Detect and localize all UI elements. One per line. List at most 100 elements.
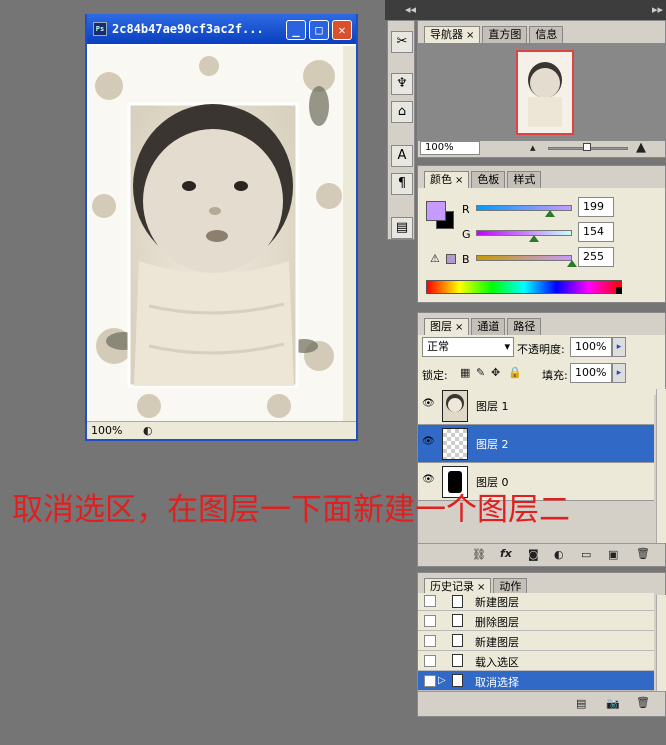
layer-style-icon[interactable]: fx [500,547,512,560]
paragraph-panel-icon[interactable]: ¶ [391,173,413,195]
g-slider[interactable] [476,230,572,236]
history-footer: ▤ 📷 🗑 [418,691,665,716]
lock-transparent-icon[interactable]: ▦ [460,366,470,379]
layer-name: 图层 0 [476,476,509,489]
layers-scrollbar[interactable] [656,389,666,543]
close-button[interactable]: ✕ [332,20,352,40]
lock-all-icon[interactable]: 🔒 [508,366,522,379]
zoom-in-icon[interactable]: ▲ [636,140,646,155]
history-item-label: 载入选区 [475,656,519,669]
b-slider-thumb[interactable] [567,260,577,267]
r-slider-thumb[interactable] [545,210,555,217]
new-group-icon[interactable]: ▭ [581,548,591,561]
history-item-label: 新建图层 [475,636,519,649]
navigator-zoom-field[interactable]: 100% [420,141,480,155]
delete-layer-icon[interactable]: 🗑 [636,547,650,560]
layer-row-1[interactable]: 👁 图层 1 [418,387,654,425]
tab-paths[interactable]: 路径 [507,318,542,335]
color-panel: 颜色 × 色板 样式 R 199 G 154 ⚠ B 255 [417,165,666,303]
history-item[interactable]: 载入选区 [418,651,654,671]
link-layers-icon[interactable]: ⛓ [472,548,486,561]
history-item-label: 新建图层 [475,596,519,609]
history-checkbox[interactable] [424,635,436,647]
minimize-button[interactable]: _ [286,20,306,40]
opacity-field[interactable]: 100% [570,337,612,357]
document-title-bar[interactable]: Ps 2c84b47ae90cf3ac2f... _ □ ✕ [87,14,356,44]
tab-channels[interactable]: 通道 [471,318,506,335]
tab-swatches[interactable]: 色板 [471,171,506,188]
layers-tabs: 图层 × 通道 路径 [424,318,543,335]
history-item-label: 取消选择 [475,676,519,689]
panel-dock-top-bar: ◂◂ ▸▸ [385,0,666,20]
color-spectrum-bar[interactable] [426,280,622,294]
fill-arrow-icon[interactable]: ▸ [612,363,626,383]
history-checkbox[interactable] [424,655,436,667]
history-item-selected[interactable]: ▷ 取消选择 [418,671,654,691]
tab-navigator[interactable]: 导航器 × [424,26,481,43]
history-item[interactable]: 新建图层 [418,593,654,611]
tool-strip: ✂ ♆ ⌂ A ¶ ▤ [387,20,415,240]
stamp-tool-icon[interactable]: ♆ [391,73,413,95]
tab-layers[interactable]: 图层 × [424,318,470,335]
color-tabs: 颜色 × 色板 样式 [424,171,543,188]
image-canvas[interactable] [89,46,343,421]
navigator-thumbnail [518,52,572,133]
layer-row-2[interactable]: 👁 图层 2 [418,425,654,463]
spectrum-black-chip[interactable] [616,287,622,294]
r-value-field[interactable]: 199 [578,197,614,217]
new-layer-icon[interactable]: ▣ [608,548,618,561]
history-item[interactable]: 删除图层 [418,611,654,631]
layer-mask-icon[interactable]: ◙ [528,548,539,561]
document-window: Ps 2c84b47ae90cf3ac2f... _ □ ✕ 100% ◐ [85,14,358,441]
history-state-icon [452,654,463,667]
lock-position-icon[interactable]: ✥ [491,366,500,379]
eye-icon[interactable]: 👁 [422,399,436,409]
tab-color[interactable]: 颜色 × [424,171,470,188]
tab-info[interactable]: 信息 [529,26,564,43]
history-checkbox[interactable] [424,615,436,627]
opacity-arrow-icon[interactable]: ▸ [612,337,626,357]
fill-field[interactable]: 100% [570,363,612,383]
delete-state-icon[interactable]: 🗑 [636,696,650,709]
lock-label: 锁定: [422,369,448,382]
tab-histogram[interactable]: 直方图 [482,26,528,43]
b-value-field[interactable]: 255 [578,247,614,267]
eye-icon[interactable]: 👁 [422,437,436,447]
history-checkbox[interactable] [424,675,436,687]
fill-label: 填充: [542,369,568,382]
adjustment-layer-icon[interactable]: ◐ [554,548,564,561]
maximize-button[interactable]: □ [309,20,329,40]
gamut-color-chip[interactable] [446,254,456,264]
history-scrollbar[interactable] [656,595,666,691]
navigator-view-box[interactable] [516,50,574,135]
b-slider[interactable] [476,255,572,261]
zoom-out-icon[interactable]: ▴ [530,141,536,154]
new-document-from-state-icon[interactable]: ▤ [576,697,586,710]
opacity-label: 不透明度: [517,343,565,356]
foreground-color-swatch[interactable] [426,201,446,221]
gamut-warning-icon[interactable]: ⚠ [430,252,440,265]
blend-mode-select[interactable]: 正常 ▾ [422,337,514,357]
lock-image-icon[interactable]: ✎ [476,366,485,379]
zoom-slider-thumb[interactable] [583,143,591,151]
character-panel-icon[interactable]: A [391,145,413,167]
history-checkbox[interactable] [424,595,436,607]
clone-source-icon[interactable]: ⌂ [391,101,413,123]
history-item[interactable]: 新建图层 [418,631,654,651]
r-slider[interactable] [476,205,572,211]
r-label: R [462,203,470,216]
g-value-field[interactable]: 154 [578,222,614,242]
history-item-label: 删除图层 [475,616,519,629]
brush-tool-icon[interactable]: ✂ [391,31,413,53]
vertical-scrollbar[interactable] [343,46,356,421]
tab-styles[interactable]: 样式 [507,171,542,188]
collapse-icon[interactable]: ◂◂ [405,3,416,16]
new-snapshot-icon[interactable]: 📷 [606,697,620,710]
instruction-annotation: 取消选区，在图层一下面新建一个图层二 [12,492,570,528]
eye-icon[interactable]: 👁 [422,475,436,485]
zoom-level: 100% [91,424,123,437]
layer-comps-icon[interactable]: ▤ [391,217,413,239]
status-menu-icon[interactable]: ◐ [143,424,153,437]
g-slider-thumb[interactable] [529,235,539,242]
expand-icon[interactable]: ▸▸ [652,3,663,16]
